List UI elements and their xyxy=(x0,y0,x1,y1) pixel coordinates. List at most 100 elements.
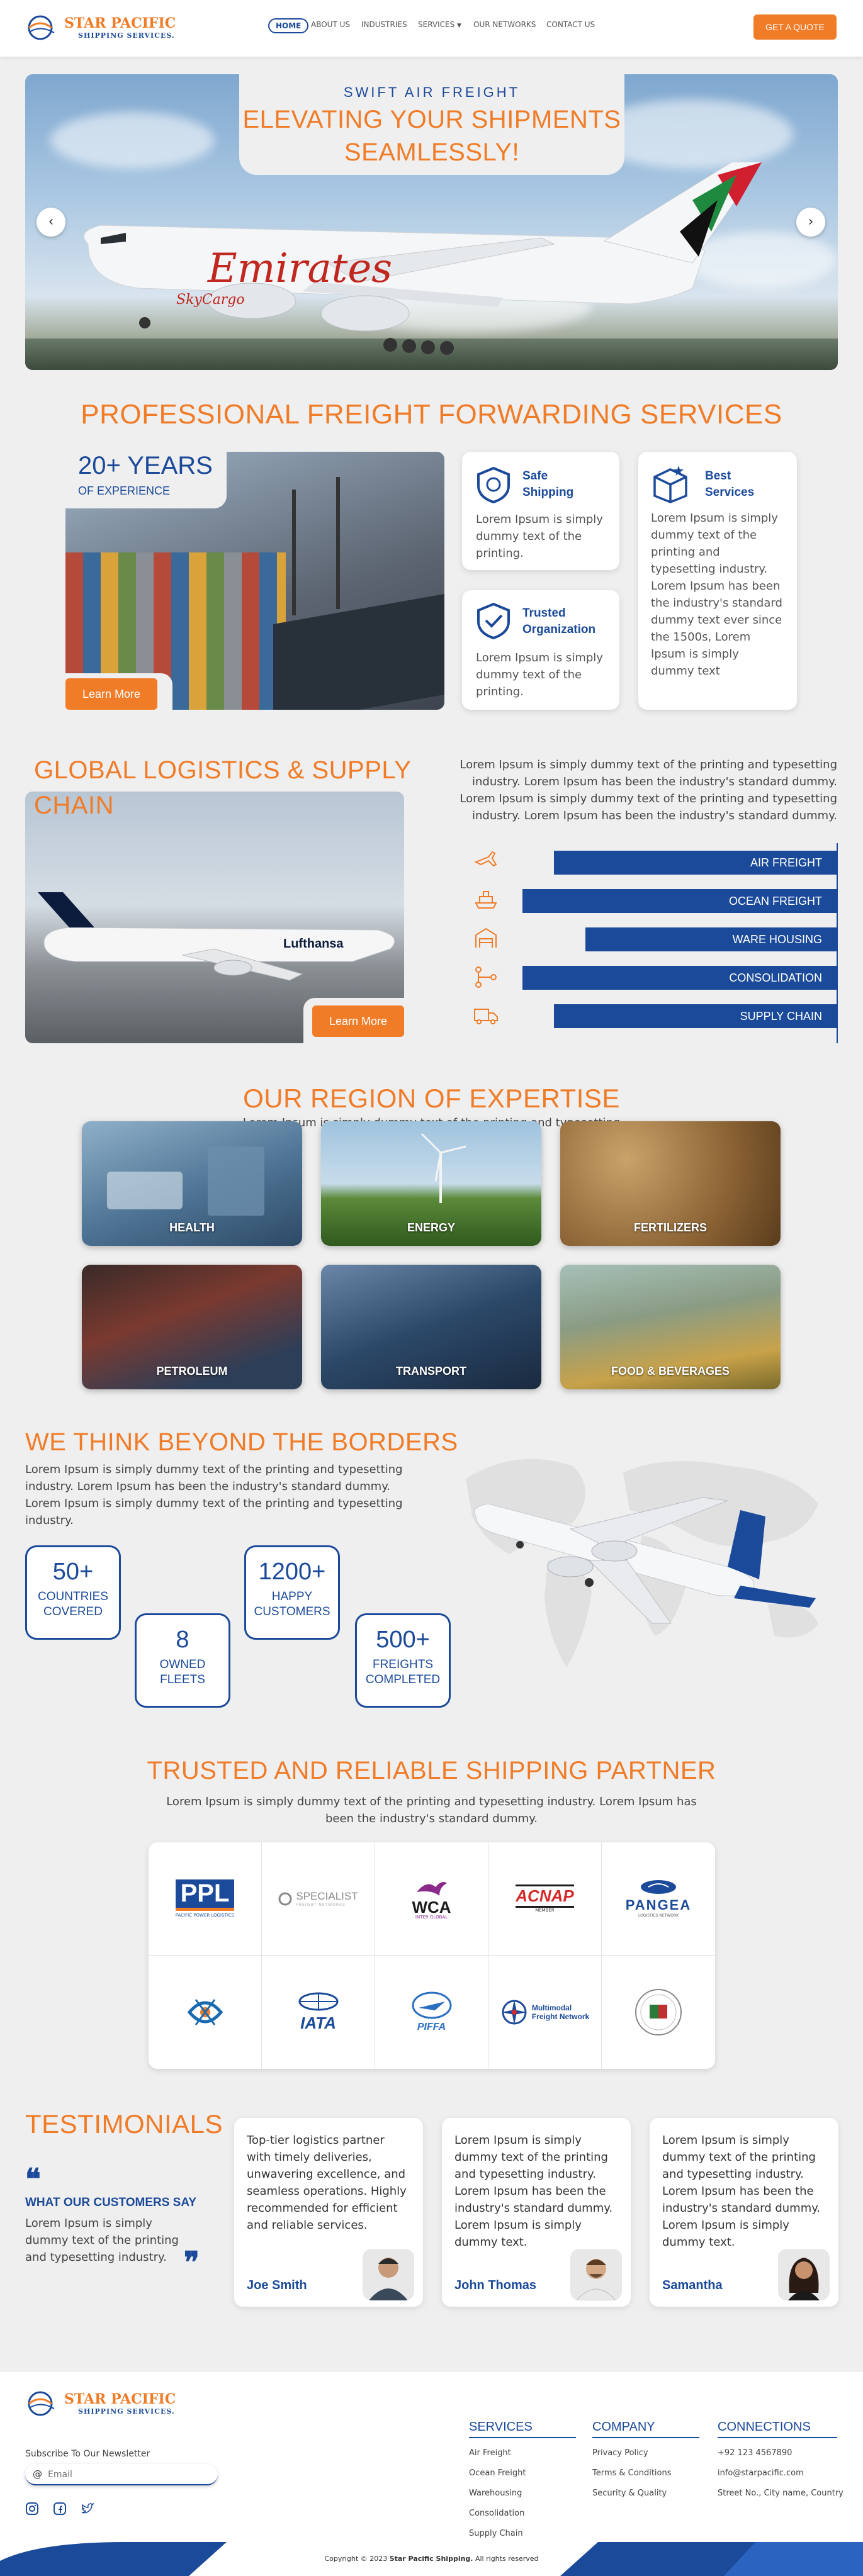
logistics-learn-more-button[interactable]: Learn More xyxy=(312,1005,404,1037)
instagram-icon[interactable] xyxy=(25,2502,39,2516)
footer-connections-title: CONNECTIONS xyxy=(718,2420,837,2438)
at-icon: @ xyxy=(33,2468,42,2480)
safe-shipping-text: Lorem Ipsum is simply dummy text of the … xyxy=(476,513,603,560)
lufthansa-plane-shape: Lufthansa xyxy=(38,892,395,981)
learn-more-notch: Learn More xyxy=(65,673,172,710)
service-bar-ware-housing[interactable]: WARE HOUSING xyxy=(585,927,837,951)
nav-contact[interactable]: CONTACT US xyxy=(546,20,595,29)
newsletter-email-field[interactable]: @ xyxy=(25,2464,218,2485)
footer-link[interactable]: Ocean Freight xyxy=(469,2468,576,2478)
plane-livery-lufthansa: Lufthansa xyxy=(283,937,344,951)
quote-close-icon: ❞ xyxy=(184,2245,200,2279)
footer-company-column: COMPANY Privacy Policy Terms & Condition… xyxy=(592,2420,699,2509)
facebook-icon[interactable] xyxy=(53,2502,67,2516)
footer-link[interactable]: Terms & Conditions xyxy=(592,2468,699,2478)
partner-logo[interactable]: ACNAP MEMBER xyxy=(488,1842,602,1956)
tile-transport[interactable]: TRANSPORT xyxy=(321,1265,541,1389)
tile-health[interactable]: HEALTH xyxy=(82,1121,302,1246)
stat-fleets-l2: FLEETS xyxy=(160,1673,205,1686)
footer-link[interactable]: Warehousing xyxy=(469,2489,576,2498)
plane-livery-text: Emirates xyxy=(207,245,392,292)
footer-link[interactable]: Security & Quality xyxy=(592,2489,699,2498)
emirates-plane-image: Emirates SkyCargo xyxy=(83,162,762,355)
borders-title: WE THINK BEYOND THE BORDERS xyxy=(25,1428,458,1456)
avatar xyxy=(778,2249,830,2300)
hero-prev-button[interactable]: ‹ xyxy=(37,208,65,237)
stat-freights: 500+ FREIGHTS COMPLETED xyxy=(355,1613,451,1708)
service-bar-supply-chain[interactable]: SUPPLY CHAIN xyxy=(554,1004,837,1028)
stat-countries-l2: COVERED xyxy=(43,1605,103,1618)
nav-networks[interactable]: OUR NETWORKS xyxy=(473,20,536,29)
testimonial-3-name: Samantha xyxy=(662,2278,723,2292)
years-label: OF EXPERIENCE xyxy=(78,484,171,497)
quote-open-icon: ❝ xyxy=(25,2162,41,2196)
stat-customers: 1200+ HAPPY CUSTOMERS xyxy=(244,1545,340,1640)
stat-customers-number: 1200+ xyxy=(258,1559,326,1585)
service-bar-consolidation[interactable]: CONSOLIDATION xyxy=(522,966,837,990)
testimonial-1-name: Joe Smith xyxy=(247,2278,307,2292)
testimonial-card-3: Lorem Ipsum is simply dummy text of the … xyxy=(650,2118,838,2307)
nav-services[interactable]: SERVICES ▼ xyxy=(418,20,461,29)
expertise-title: OUR REGION OF EXPERTISE xyxy=(243,1084,620,1113)
site-footer: STAR PACIFIC SHIPPING SERVICES. Subscrib… xyxy=(0,2372,863,2576)
hero-eyebrow: SWIFT AIR FREIGHT xyxy=(343,84,521,100)
stat-countries: 50+ COUNTRIES COVERED xyxy=(25,1545,121,1640)
partner-logo[interactable]: PPL PACIFIC POWER LOGISTICS xyxy=(149,1842,262,1956)
tile-petroleum-label: PETROLEUM xyxy=(156,1365,228,1377)
tile-food-label: FOOD & BEVERAGES xyxy=(611,1365,730,1377)
best-services-title: Best Services xyxy=(705,468,754,501)
logo-globe-icon xyxy=(28,15,55,40)
safe-shipping-title-l1: Safe xyxy=(522,469,548,483)
testimonials-intro: Lorem Ipsum is simply dummy text of the … xyxy=(25,2217,179,2264)
service-bar-ocean-freight[interactable]: OCEAN FREIGHT xyxy=(522,889,837,913)
wind-turbine-icon xyxy=(420,1133,466,1203)
partner-logo[interactable]: Multimodal Freight Network xyxy=(488,1956,602,2069)
best-services-title-l2: Services xyxy=(705,486,755,499)
hero-next-button[interactable]: › xyxy=(796,208,825,237)
newsletter-label: Subscribe To Our Newsletter xyxy=(25,2449,150,2459)
services-learn-more-button[interactable]: Learn More xyxy=(65,678,157,710)
nav-industries[interactable]: INDUSTRIES xyxy=(361,20,407,29)
partner-logo[interactable] xyxy=(149,1956,262,2069)
nav-home[interactable]: HOME xyxy=(268,18,309,33)
tile-petroleum[interactable]: PETROLEUM xyxy=(82,1265,302,1389)
best-services-title-l1: Best xyxy=(705,469,731,483)
tile-health-label: HEALTH xyxy=(169,1221,215,1234)
footer-link[interactable]: Consolidation xyxy=(469,2509,576,2518)
safe-shipping-card: Safe Shipping Lorem Ipsum is simply dummy… xyxy=(462,452,619,570)
tile-energy[interactable]: ENERGY xyxy=(321,1121,541,1246)
stat-freights-number: 500+ xyxy=(376,1627,430,1653)
partner-logo[interactable]: PIFFA xyxy=(375,1956,488,2069)
footer-email[interactable]: info@starpacific.com xyxy=(718,2468,843,2478)
borders-text: Lorem Ipsum is simply dummy text of the … xyxy=(25,1463,403,1527)
logistics-learn-more-notch: Learn More xyxy=(303,998,410,1044)
tile-fertilizers[interactable]: FERTILIZERS xyxy=(560,1121,781,1246)
partner-logo[interactable]: SPECIALIST FREIGHT NETWORKS xyxy=(262,1842,375,1956)
service-bar-air-freight[interactable]: AIR FREIGHT xyxy=(554,851,837,875)
twitter-icon[interactable] xyxy=(81,2502,94,2516)
best-services-card: Best Services Lorem Ipsum is simply dummy… xyxy=(638,452,797,710)
stat-countries-number: 50+ xyxy=(52,1559,94,1585)
footer-phone[interactable]: +92 123 4567890 xyxy=(718,2448,843,2458)
box-icon xyxy=(653,466,687,503)
footer-brand-name: STAR PACIFIC xyxy=(64,2391,176,2407)
brand-subtitle: SHIPPING SERVICES. xyxy=(78,31,175,40)
tile-food-beverages[interactable]: FOOD & BEVERAGES xyxy=(560,1265,781,1389)
testimonial-2-name: John Thomas xyxy=(454,2278,537,2292)
testimonial-1-text: Top-tier logistics partner with timely d… xyxy=(247,2134,407,2232)
chevron-down-icon: ▼ xyxy=(457,23,461,29)
email-input[interactable] xyxy=(48,2467,205,2483)
trusted-title-l2: Organization xyxy=(522,623,596,636)
partner-logo[interactable]: IATA xyxy=(262,1956,375,2069)
footer-link[interactable]: Supply Chain xyxy=(469,2529,576,2538)
partner-logo[interactable] xyxy=(602,1956,715,2069)
footer-link[interactable]: Air Freight xyxy=(469,2448,576,2458)
safe-shipping-title: Safe Shipping xyxy=(522,468,573,501)
footer-link[interactable]: Privacy Policy xyxy=(592,2448,699,2458)
copyright-post: All rights reserved xyxy=(473,2555,539,2563)
nav-about[interactable]: ABOUT US xyxy=(311,20,350,29)
partner-logo[interactable]: PANGEA LOGISTICS NETWORK xyxy=(602,1842,715,1956)
hero-title-line2: SEAMLESSLY! xyxy=(344,138,520,166)
get-quote-button[interactable]: GET A QUOTE xyxy=(753,14,837,40)
partner-logo[interactable]: WCA INTER GLOBAL xyxy=(375,1842,488,1956)
